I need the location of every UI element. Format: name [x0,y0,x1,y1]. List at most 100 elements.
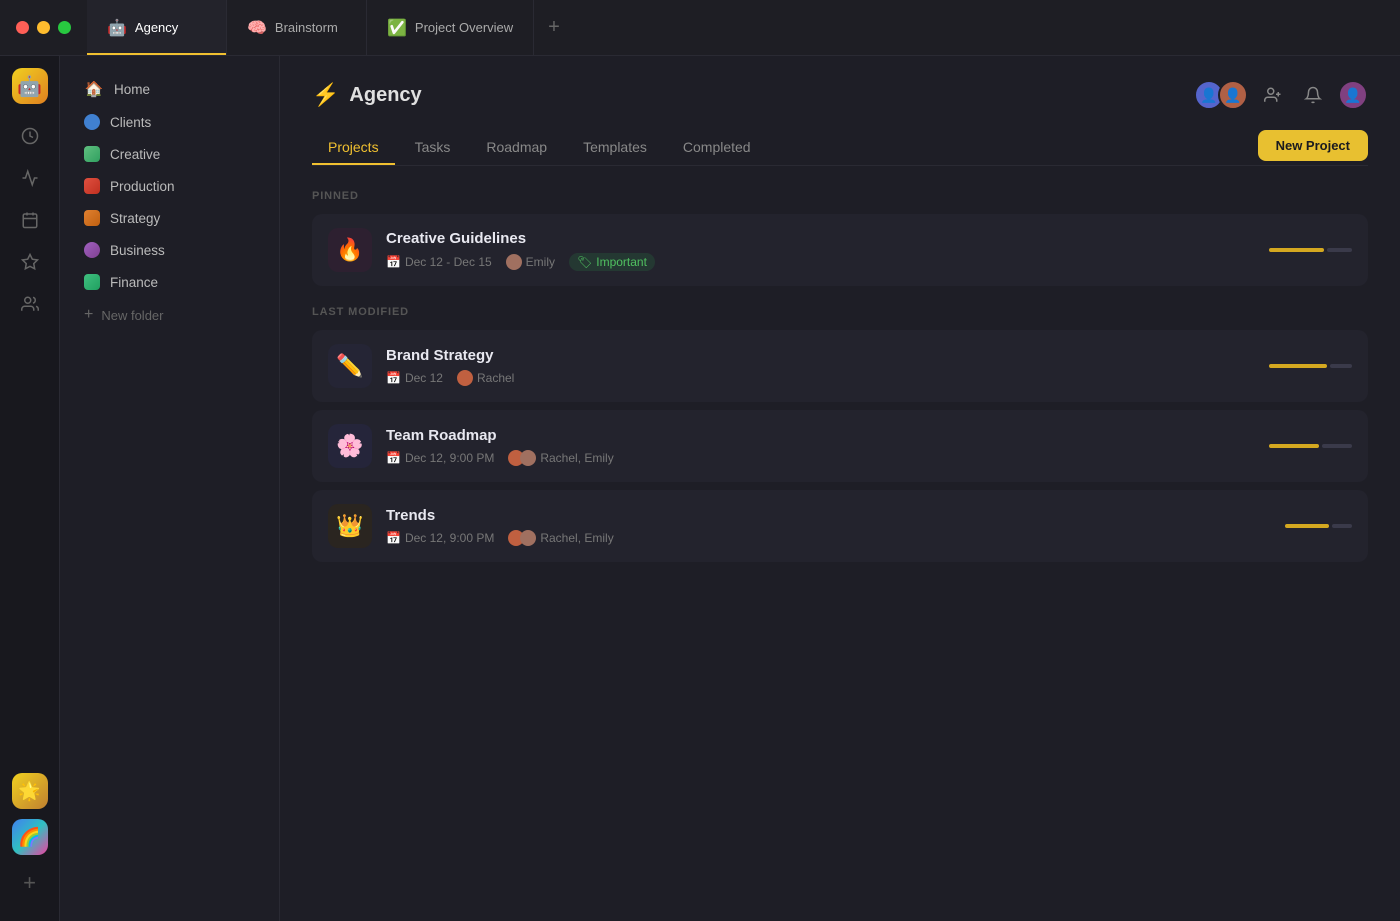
tab-projects[interactable]: Projects [312,131,395,165]
sidebar-item-strategy[interactable]: Strategy [68,202,271,234]
rainbow-app-icon[interactable]: 🌈 [12,819,48,855]
sidebar-item-business[interactable]: Business [68,234,271,266]
sidebar-item-clients[interactable]: Clients [68,106,271,138]
minimize-button[interactable] [37,21,50,34]
project-item-brand-strategy[interactable]: ✏️ Brand Strategy 📅 Dec 12 Rachel [312,330,1368,402]
page-title: Agency [349,84,421,107]
avatar-emily-small [520,450,536,466]
tab-templates-label: Templates [583,139,647,155]
calendar-meta-icon: 📅 [386,371,401,385]
brand-strategy-meta: 📅 Dec 12 Rachel [386,370,1255,386]
sidebar-item-creative[interactable]: Creative [68,138,271,170]
pinned-section: PINNED 🔥 Creative Guidelines 📅 Dec 12 - … [312,190,1368,286]
sidebar-label-production: Production [110,179,175,194]
people-icon[interactable] [12,286,48,322]
sidebar-label-strategy: Strategy [110,211,160,226]
team-roadmap-progress [1269,444,1352,448]
trends-date: 📅 Dec 12, 9:00 PM [386,531,494,545]
team-roadmap-name: Team Roadmap [386,427,1255,444]
progress-filled [1285,524,1329,528]
avatar-group-small [508,530,536,546]
brand-strategy-name: Brand Strategy [386,347,1255,364]
team-roadmap-assignees: Rachel, Emily [508,450,613,466]
project-item-creative-guidelines[interactable]: 🔥 Creative Guidelines 📅 Dec 12 - Dec 15 … [312,214,1368,286]
brand-strategy-progress [1269,364,1352,368]
avatar-group: 👤 👤 [1194,80,1248,110]
tab-tasks[interactable]: Tasks [399,131,467,165]
sidebar-item-finance[interactable]: Finance [68,266,271,298]
trends-icon: 👑 [328,504,372,548]
new-folder-label: New folder [101,308,163,323]
content-header: ⚡ Agency 👤 👤 👤 [312,80,1368,110]
title-bar: 🤖 Agency 🧠 Brainstorm ✅ Project Overview… [0,0,1400,56]
content-area: ⚡ Agency 👤 👤 👤 Projects [280,56,1400,921]
star-icon[interactable] [12,244,48,280]
activity-icon[interactable] [12,160,48,196]
team-roadmap-icon: 🌸 [328,424,372,468]
clock-icon[interactable] [12,118,48,154]
tab-agency[interactable]: 🤖 Agency [87,0,227,55]
agency-tab-label: Agency [135,20,178,35]
maximize-button[interactable] [58,21,71,34]
sidebar-item-production[interactable]: Production [68,170,271,202]
business-icon [84,242,100,258]
tab-roadmap[interactable]: Roadmap [470,131,563,165]
header-actions: 👤 👤 👤 [1194,80,1368,110]
brand-strategy-icon: ✏️ [328,344,372,388]
avatar-user-2[interactable]: 👤 [1218,80,1248,110]
progress-filled [1269,364,1327,368]
brand-strategy-date: 📅 Dec 12 [386,371,443,385]
add-tab-button[interactable]: + [534,0,574,55]
notification-button[interactable] [1298,80,1328,110]
creative-guidelines-name: Creative Guidelines [386,230,1255,247]
sidebar-label-clients: Clients [110,115,151,130]
tab-projects-label: Projects [328,139,379,155]
project-item-trends[interactable]: 👑 Trends 📅 Dec 12, 9:00 PM [312,490,1368,562]
last-modified-label: LAST MODIFIED [312,306,1368,318]
sidebar-label-finance: Finance [110,275,158,290]
tag-icon: 🏷 [577,255,592,269]
tab-project-overview[interactable]: ✅ Project Overview [367,0,534,55]
assignees-val: Rachel, Emily [540,451,613,465]
avatar-group-small [508,450,536,466]
add-workspace-button[interactable]: + [12,865,48,901]
brand-strategy-info: Brand Strategy 📅 Dec 12 Rachel [386,347,1255,386]
tab-templates[interactable]: Templates [567,131,663,165]
main-layout: 🤖 🌟 🌈 + 🏠 Home Clients [0,56,1400,921]
sidebar-item-home[interactable]: 🏠 Home [68,72,271,106]
creative-guidelines-progress [1269,248,1352,252]
trends-progress [1285,524,1352,528]
rail-bottom: 🌟 🌈 + [12,773,48,909]
new-folder-button[interactable]: + New folder [68,298,271,332]
team-roadmap-info: Team Roadmap 📅 Dec 12, 9:00 PM Rachel, E… [386,427,1255,466]
calendar-icon[interactable] [12,202,48,238]
brainstorm-tab-label: Brainstorm [275,20,338,35]
workspace-icon[interactable]: 🌟 [12,773,48,809]
creative-guidelines-meta: 📅 Dec 12 - Dec 15 Emily 🏷 Important [386,253,1255,271]
strategy-icon [84,210,100,226]
creative-guidelines-icon: 🔥 [328,228,372,272]
team-roadmap-date: 📅 Dec 12, 9:00 PM [386,451,494,465]
project-overview-tab-icon: ✅ [387,18,407,38]
close-button[interactable] [16,21,29,34]
date-val: Dec 12, 9:00 PM [405,451,494,465]
production-icon [84,178,100,194]
new-folder-plus-icon: + [84,306,93,324]
sidebar-label-home: Home [114,82,150,97]
avatar-emily-icon [506,254,522,270]
finance-icon [84,274,100,290]
tab-brainstorm[interactable]: 🧠 Brainstorm [227,0,367,55]
sidebar-label-creative: Creative [110,147,160,162]
assignee-item: Emily [506,254,555,270]
calendar-meta-icon: 📅 [386,451,401,465]
agency-app-icon[interactable]: 🤖 [12,68,48,104]
new-project-button[interactable]: New Project [1258,130,1368,161]
progress-empty [1330,364,1352,368]
avatar-current-user[interactable]: 👤 [1338,80,1368,110]
tab-tasks-label: Tasks [415,139,451,155]
tab-completed[interactable]: Completed [667,131,767,165]
project-item-team-roadmap[interactable]: 🌸 Team Roadmap 📅 Dec 12, 9:00 PM [312,410,1368,482]
creative-icon [84,146,100,162]
add-member-button[interactable] [1258,80,1288,110]
tab-roadmap-label: Roadmap [486,139,547,155]
